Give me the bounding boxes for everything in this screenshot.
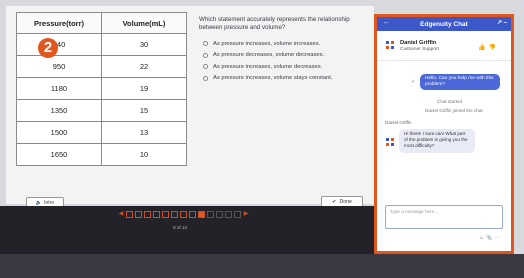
answer-option[interactable]: As pressure increases, volume decreases.: [203, 61, 333, 73]
agent-joined-status: Daniel Griffin joined the chat: [425, 108, 483, 113]
table-row: 950 22: [16, 55, 187, 78]
table-row: 1350 15: [16, 99, 187, 122]
cell-volume: 13: [101, 121, 187, 144]
page-box[interactable]: [207, 211, 214, 218]
more-icon[interactable]: ⋯: [494, 235, 501, 241]
speaker-icon: 🔈: [35, 199, 43, 206]
message-input[interactable]: Type a message here...: [385, 205, 503, 229]
divider: [377, 60, 511, 61]
cell-volume: 22: [101, 55, 187, 78]
user-message-bubble: Hello. Can you help me with this problem…: [420, 74, 500, 90]
data-table: Pressure(torr) Volume(mL) 740 30 950 22 11…: [16, 12, 187, 166]
answer-option-label: As pressure increases, volume decreases.: [213, 63, 323, 70]
question-text: Which statement accurately represents th…: [199, 16, 350, 31]
chat-header: ← Edgenuity Chat ↗ –: [377, 17, 511, 31]
agent-info: Daniel Griffin Customer Support: [385, 40, 439, 52]
cell-pressure: 1650: [16, 143, 102, 166]
cell-pressure: 1500: [16, 121, 102, 144]
agent-role: Customer Support: [400, 47, 439, 52]
cell-volume: 30: [101, 33, 187, 56]
cell-volume: 19: [101, 77, 187, 100]
table-row: 1650 10: [16, 143, 187, 166]
page-box[interactable]: [153, 211, 160, 218]
thumbs-up-icon[interactable]: 👍: [478, 45, 488, 51]
table-row: 1180 19: [16, 77, 187, 100]
table-row: 1500 13: [16, 121, 187, 144]
monitor-bezel: [0, 254, 524, 278]
back-arrow-icon[interactable]: ←: [383, 19, 390, 26]
page-box[interactable]: [171, 211, 178, 218]
cell-pressure: 740: [16, 33, 102, 56]
chat-window: ← Edgenuity Chat ↗ – Daniel Griffin Cust…: [374, 14, 514, 254]
checkmark-icon: ✔: [332, 199, 337, 205]
radio-button[interactable]: [203, 75, 208, 81]
lesson-panel: Pressure(torr) Volume(mL) 740 30 950 22 11…: [6, 6, 374, 208]
page-box[interactable]: [180, 211, 187, 218]
rating-buttons[interactable]: 👍👎: [478, 44, 499, 51]
agent-name: Daniel Griffin: [400, 40, 437, 46]
radio-button[interactable]: [203, 52, 208, 58]
cell-pressure: 950: [16, 55, 102, 78]
agent-avatar-icon: [386, 138, 394, 146]
answer-option-label: As pressure decreases, volume decreases.: [213, 52, 325, 59]
step-number-badge: 2: [38, 38, 58, 58]
table-header-row: Pressure(torr) Volume(mL): [16, 12, 187, 34]
thumbs-down-icon[interactable]: 👎: [488, 45, 498, 51]
answer-option[interactable]: As pressure increases, volume stays cons…: [203, 73, 333, 85]
page-count: 9 of 13: [173, 225, 187, 230]
next-arrow-icon[interactable]: ▶: [243, 211, 249, 218]
header-volume: Volume(mL): [101, 12, 187, 34]
cell-volume: 10: [101, 143, 187, 166]
previous-arrow-icon[interactable]: ◀: [118, 211, 124, 218]
page-box[interactable]: [198, 211, 205, 218]
window-controls[interactable]: ↗ –: [497, 19, 507, 26]
page-box[interactable]: [126, 211, 133, 218]
sent-check-icon: ✓: [411, 79, 416, 85]
chat-started-status: Chat started: [437, 99, 463, 104]
answer-option[interactable]: As pressure increases, volume increases.: [203, 38, 333, 50]
page-box[interactable]: [162, 211, 169, 218]
page-box[interactable]: [135, 211, 142, 218]
agent-message-bubble: Hi there! I sure can! What part of the p…: [399, 129, 475, 153]
agent-label: Daniel Griffin: [385, 120, 412, 125]
input-toolbar[interactable]: ☺📎⋯: [479, 235, 501, 241]
answer-option-label: As pressure increases, volume increases.: [213, 40, 321, 47]
cell-pressure: 1180: [16, 77, 102, 100]
screen: Pressure(torr) Volume(mL) 740 30 950 22 11…: [0, 0, 524, 278]
page-box[interactable]: [225, 211, 232, 218]
answer-options: As pressure increases, volume increases.…: [203, 38, 333, 84]
chat-title: Edgenuity Chat: [420, 20, 468, 28]
header-pressure: Pressure(torr): [16, 12, 102, 34]
page-box[interactable]: [189, 211, 196, 218]
radio-button[interactable]: [203, 41, 208, 47]
cell-volume: 15: [101, 99, 187, 122]
cell-pressure: 1350: [16, 99, 102, 122]
page-box[interactable]: [234, 211, 241, 218]
page-box[interactable]: [216, 211, 223, 218]
answer-option-label: As pressure increases, volume stays cons…: [213, 75, 333, 82]
edgenuity-logo-icon: [386, 41, 394, 49]
done-button-label: Done: [339, 199, 352, 205]
intro-button-label: Intro: [44, 199, 55, 206]
page-box[interactable]: [144, 211, 151, 218]
lesson-pager: ◀ ▶: [118, 211, 249, 218]
radio-button[interactable]: [203, 64, 208, 70]
answer-option[interactable]: As pressure decreases, volume decreases.: [203, 50, 333, 62]
